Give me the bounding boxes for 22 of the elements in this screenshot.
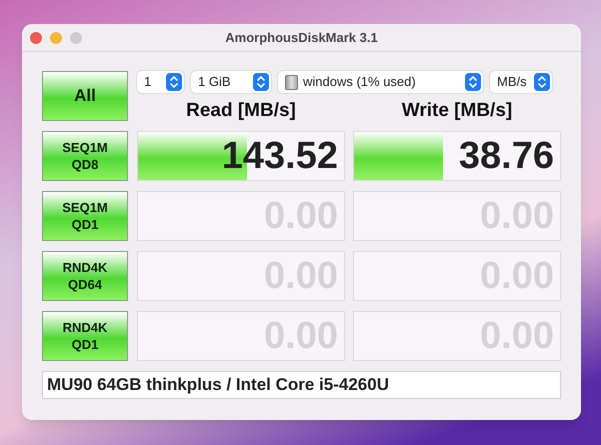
zoom-button[interactable] bbox=[70, 32, 82, 44]
test-button[interactable]: RND4K QD1 bbox=[42, 311, 128, 361]
speed-value: 38.76 bbox=[458, 137, 554, 175]
window-title: AmorphousDiskMark 3.1 bbox=[225, 28, 378, 47]
column-heading: Write [MB/s] bbox=[402, 99, 512, 123]
column-heading: Read [MB/s] bbox=[186, 99, 296, 123]
comment-field[interactable]: MU90 64GB thinkplus / Intel Core i5-4260U bbox=[42, 371, 561, 399]
dropdown[interactable]: MB/s bbox=[490, 71, 552, 93]
stepper-icon bbox=[465, 73, 481, 91]
drive-icon bbox=[285, 74, 298, 90]
test-button[interactable]: SEQ1M QD8 bbox=[42, 131, 128, 181]
test-button[interactable]: RND4K QD64 bbox=[42, 251, 128, 301]
close-button[interactable] bbox=[30, 32, 42, 44]
minimize-button[interactable] bbox=[50, 32, 62, 44]
dropdown[interactable]: 1 GiB bbox=[191, 71, 271, 93]
stepper-icon bbox=[166, 73, 182, 91]
stepper-icon bbox=[534, 73, 550, 91]
stepper-icon bbox=[253, 73, 269, 91]
test-button[interactable]: SEQ1M QD1 bbox=[42, 191, 128, 241]
dropdown[interactable]: windows (1% used) bbox=[278, 71, 483, 93]
all-button[interactable]: All bbox=[42, 71, 128, 121]
dropdown[interactable]: 1 bbox=[137, 71, 184, 93]
